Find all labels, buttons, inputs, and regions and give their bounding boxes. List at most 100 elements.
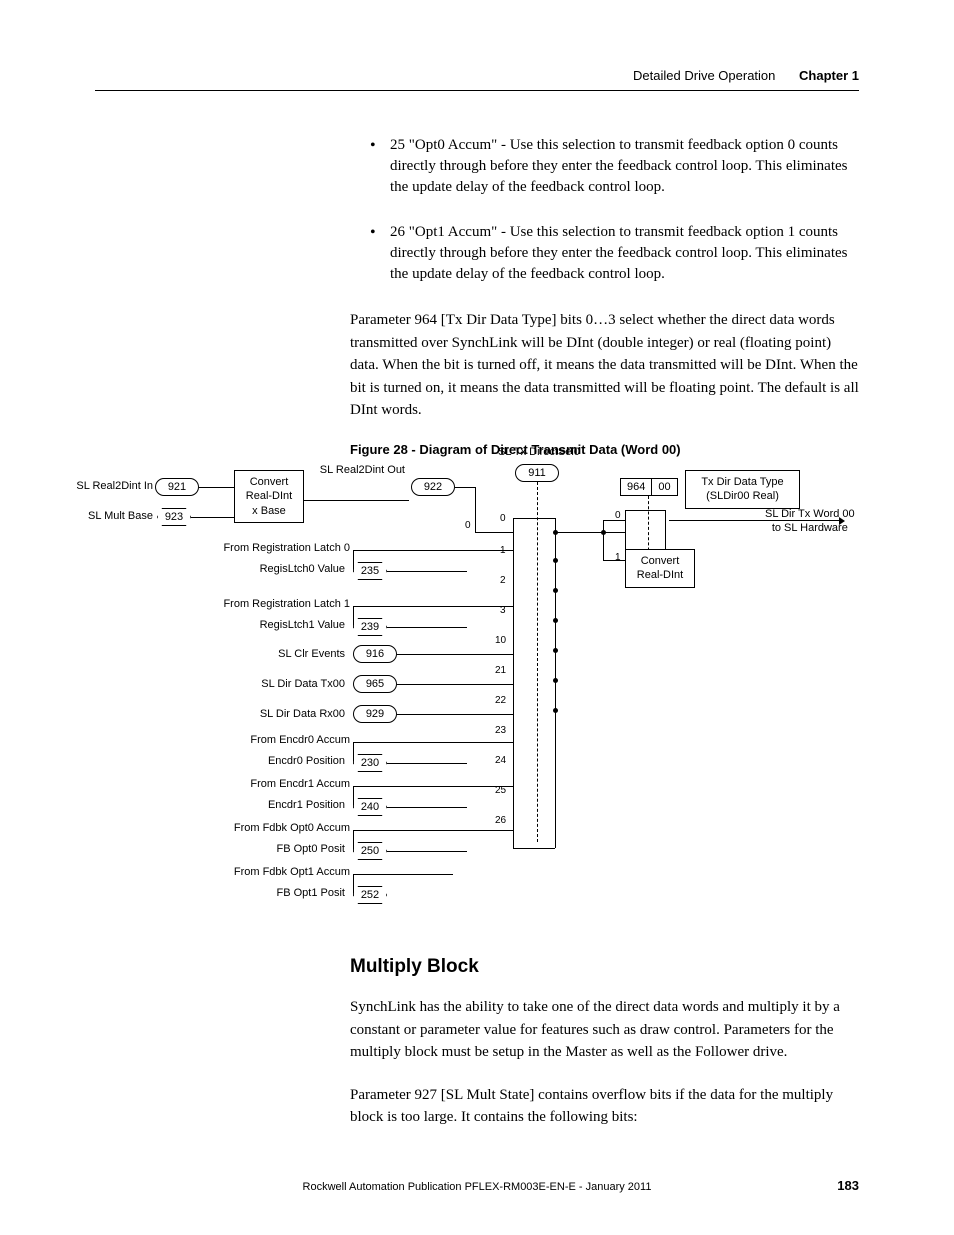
from-reglatch0: From Registration Latch 0 <box>150 542 350 554</box>
mux2-num-1: 1 <box>615 552 621 563</box>
line-916 <box>397 654 513 655</box>
figure-28-diagram: SL Tx DirectSel0 911 SL Real2Dint Out 92… <box>95 440 855 920</box>
regltch0-value: RegisLtch0 Value <box>245 563 345 575</box>
param-240: 240 <box>353 798 387 816</box>
param-929: 929 <box>353 705 397 723</box>
param-235: 235 <box>353 562 387 580</box>
param-252: 252 <box>353 886 387 904</box>
tx-dir-type-box: Tx Dir Data Type (SLDir00 Real) <box>685 470 800 509</box>
line-921 <box>199 487 234 488</box>
line-923 <box>191 517 234 518</box>
multiply-block-section: Multiply Block SynchLink has the ability… <box>350 956 859 1149</box>
output-arrow <box>669 520 839 521</box>
param-964-num: 964 <box>621 479 652 495</box>
encdr1-pos: Encdr1 Position <box>235 799 345 811</box>
line-965 <box>397 684 513 685</box>
mux1-bottom <box>513 848 555 849</box>
mux1-pivot-0: 0 <box>465 520 471 531</box>
mux1-num-22: 22 <box>495 695 506 706</box>
dot-3 <box>553 618 558 623</box>
content-area: 25 "Opt0 Accum" - Use this selection to … <box>350 135 859 467</box>
regltch1-value: RegisLtch1 Value <box>245 619 345 631</box>
line-convert-922a <box>304 500 409 501</box>
from-reglatch1: From Registration Latch 1 <box>150 598 350 610</box>
mux1-left-bar <box>513 518 514 848</box>
param-965: 965 <box>353 675 397 693</box>
line-reg1-top <box>353 606 513 607</box>
param-923: 923 <box>157 508 191 526</box>
mux2-in1 <box>603 560 625 561</box>
param-921: 921 <box>155 478 199 496</box>
line-fb0-top <box>353 830 513 831</box>
param-250: 250 <box>353 842 387 860</box>
mux1-num-21: 21 <box>495 665 506 676</box>
line-reg0-top <box>353 550 513 551</box>
header-chapter: Chapter 1 <box>799 68 859 83</box>
dot-1 <box>553 558 558 563</box>
dot-21 <box>553 678 558 683</box>
fb-opt0-posit: FB Opt0 Posit <box>235 843 345 855</box>
dash-911 <box>537 482 538 842</box>
convert-box-2-text: Convert Real-DInt <box>637 555 683 581</box>
param-239: 239 <box>353 618 387 636</box>
param-916: 916 <box>353 645 397 663</box>
param-911: 911 <box>515 464 559 482</box>
para-964: Parameter 964 [Tx Dir Data Type] bits 0…… <box>350 309 859 422</box>
line-922-v2 <box>475 487 476 532</box>
mux2-inv <box>603 520 604 560</box>
param-964-bit-num: 00 <box>652 479 676 495</box>
line-230 <box>387 763 467 764</box>
header-section: Detailed Drive Operation <box>633 68 775 83</box>
line-922-v1 <box>455 487 475 488</box>
line-239 <box>387 627 467 628</box>
multiply-p1: SynchLink has the ability to take one of… <box>350 996 859 1064</box>
dot-0 <box>553 530 558 535</box>
from-fdbk1: From Fdbk Opt1 Accum <box>150 866 350 878</box>
line-250 <box>387 851 467 852</box>
mux1-right-bar <box>555 518 556 848</box>
line-929 <box>397 714 513 715</box>
line-922-h <box>475 532 513 533</box>
from-encdr1: From Encdr1 Accum <box>150 778 350 790</box>
dot-2 <box>553 588 558 593</box>
page-header: Detailed Drive Operation Chapter 1 <box>633 68 859 83</box>
param-964-bit: 964 00 <box>620 478 678 496</box>
line-enc1-top <box>353 786 513 787</box>
param-230: 230 <box>353 754 387 772</box>
mux1-num-0: 0 <box>500 513 506 524</box>
from-encdr0: From Encdr0 Accum <box>150 734 350 746</box>
page-number: 183 <box>837 1178 859 1193</box>
real2dint-in-label: SL Real2Dint In <box>53 480 153 492</box>
real2dint-out-label: SL Real2Dint Out <box>305 464 405 476</box>
sl-clr-events: SL Clr Events <box>245 648 345 660</box>
multiply-block-heading: Multiply Block <box>350 956 859 978</box>
mux1-num-24: 24 <box>495 755 506 766</box>
dot-22 <box>553 708 558 713</box>
mux1-num-23: 23 <box>495 725 506 736</box>
line-235 <box>387 571 467 572</box>
bullet-25: 25 "Opt0 Accum" - Use this selection to … <box>350 135 859 198</box>
dot-10 <box>553 648 558 653</box>
encdr0-pos: Encdr0 Position <box>235 755 345 767</box>
convert-box-2: Convert Real-DInt <box>625 549 695 588</box>
from-fdbk0: From Fdbk Opt0 Accum <box>150 822 350 834</box>
mux1-num-2: 2 <box>500 575 506 586</box>
convert-box-1-text: Convert Real-DInt x Base <box>246 476 292 517</box>
mux2-top <box>625 510 665 511</box>
mux1-num-10: 10 <box>495 635 506 646</box>
fb-opt1-posit: FB Opt1 Posit <box>235 887 345 899</box>
multiply-p2: Parameter 927 [SL Mult State] contains o… <box>350 1084 859 1129</box>
line-enc0-top <box>353 742 513 743</box>
bullet-26: 26 "Opt1 Accum" - Use this selection to … <box>350 222 859 285</box>
mult-base-label: SL Mult Base <box>53 510 153 522</box>
mux1-out <box>555 532 625 533</box>
tx-dir-type-text: Tx Dir Data Type (SLDir00 Real) <box>701 476 783 502</box>
footer-text: Rockwell Automation Publication PFLEX-RM… <box>0 1181 954 1193</box>
sl-tx-directsel0-label: SL Tx DirectSel0 <box>498 446 580 458</box>
convert-box-1: Convert Real-DInt x Base <box>234 470 304 523</box>
mux1-num-26: 26 <box>495 815 506 826</box>
line-240 <box>387 807 467 808</box>
line-fb1-top <box>353 874 453 875</box>
param-922: 922 <box>411 478 455 496</box>
header-rule <box>95 90 859 91</box>
